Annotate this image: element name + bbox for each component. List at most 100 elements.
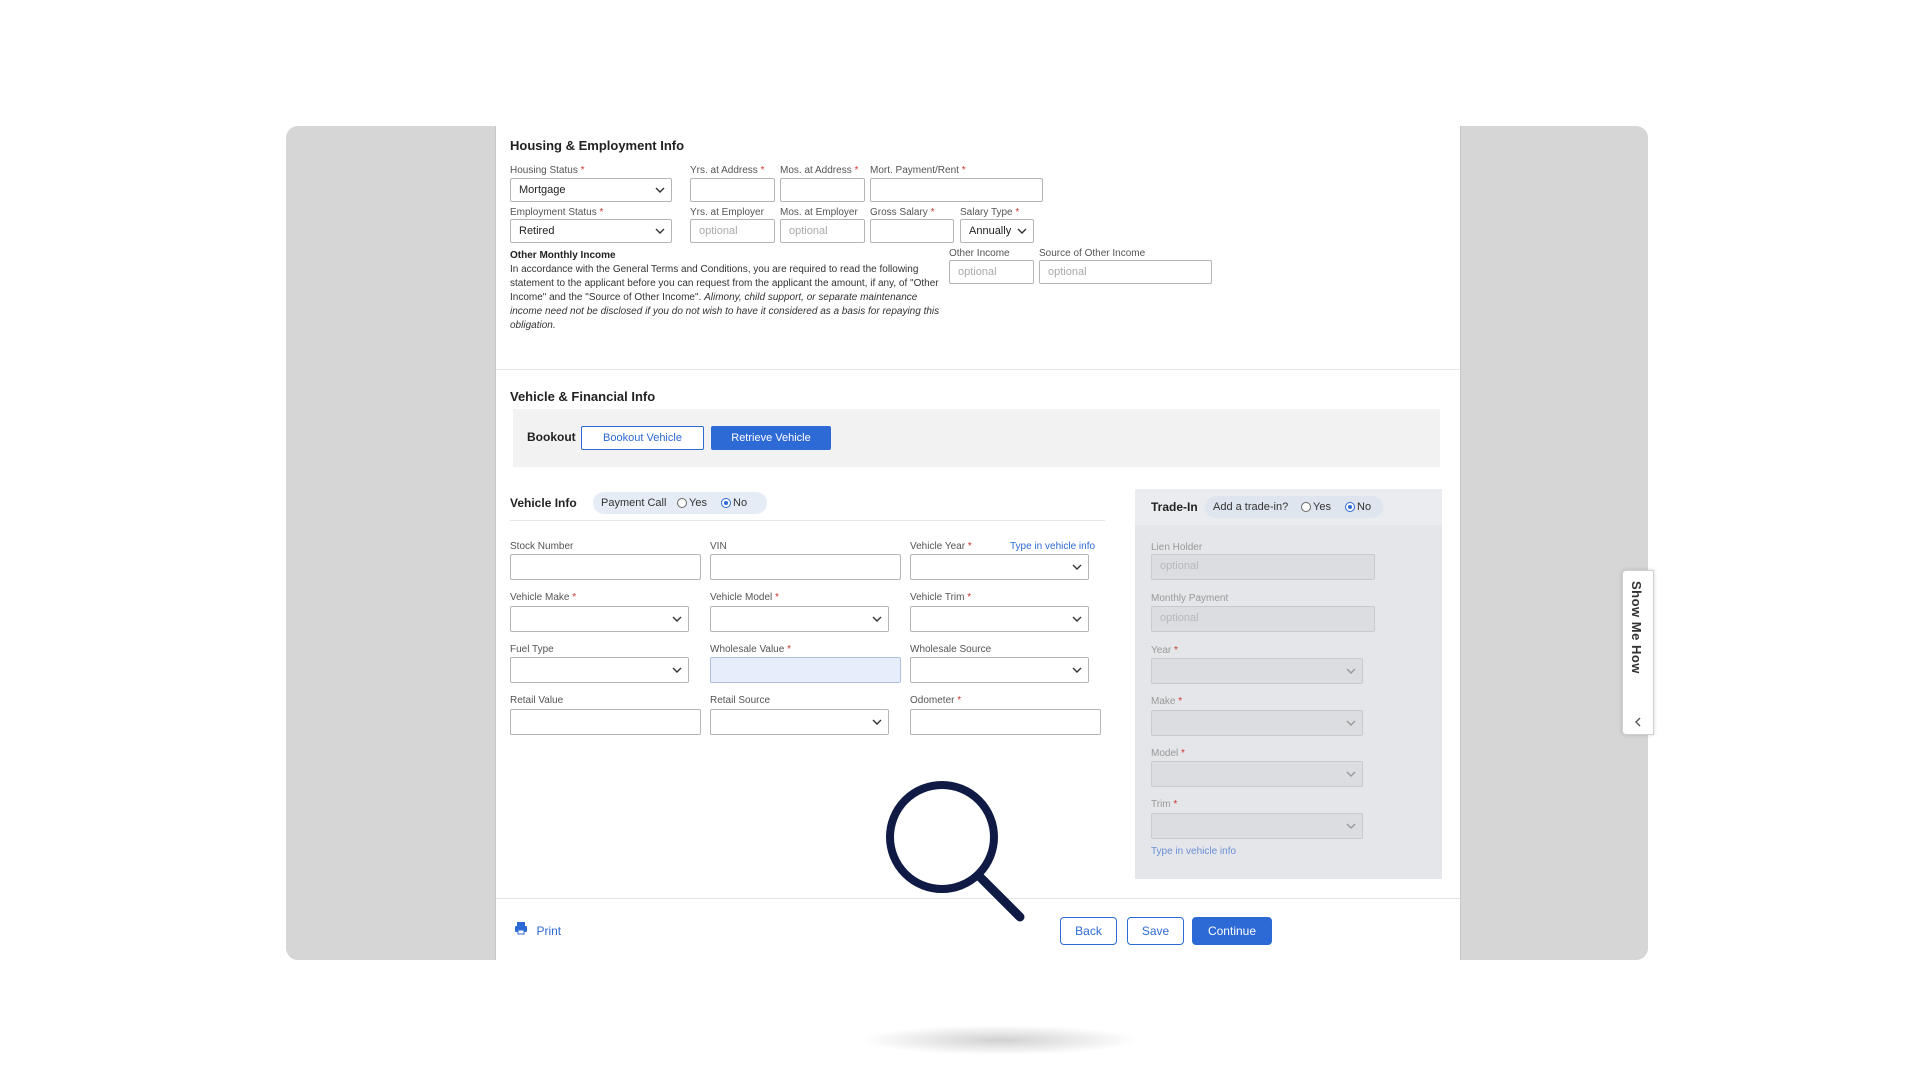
- radio-yes[interactable]: [677, 498, 687, 509]
- vehicle-info-title: Vehicle Info: [510, 496, 577, 510]
- bookout-label: Bookout: [527, 430, 576, 444]
- trade-in-question: Add a trade-in?: [1213, 501, 1289, 513]
- retail-source-select[interactable]: [710, 709, 889, 735]
- print-label: Print: [536, 923, 562, 938]
- chevron-left-icon: [1633, 714, 1643, 732]
- radio-no-selected[interactable]: [721, 498, 731, 509]
- chevron-down-icon: [1346, 718, 1356, 728]
- vin-input[interactable]: [710, 554, 901, 580]
- employment-status-label: Employment Status *: [510, 207, 604, 218]
- magnifier-icon: [885, 780, 1025, 930]
- chevron-down-icon: [1346, 666, 1356, 676]
- vin-label: VIN: [710, 541, 727, 552]
- section-divider: [496, 369, 1460, 370]
- wholesale-value-input[interactable]: [710, 657, 901, 683]
- monthly-payment-input[interactable]: optional: [1151, 606, 1375, 632]
- trade-make-label: Make *: [1151, 696, 1183, 707]
- chevron-down-icon: [872, 717, 882, 727]
- vehicle-year-select[interactable]: [910, 554, 1089, 580]
- trade-trim-select[interactable]: [1151, 813, 1363, 839]
- payment-call-group: Payment Call Yes No: [593, 492, 767, 514]
- printer-icon: [514, 921, 528, 940]
- source-other-income-input[interactable]: optional: [1039, 260, 1212, 284]
- payment-call-yes[interactable]: Yes: [677, 497, 707, 509]
- wholesale-value-label: Wholesale Value *: [710, 644, 791, 655]
- lien-holder-input[interactable]: optional: [1151, 554, 1375, 580]
- chevron-down-icon: [655, 226, 665, 236]
- magnifier-shadow: [860, 1025, 1140, 1055]
- trade-in-no[interactable]: No: [1345, 501, 1371, 513]
- save-button[interactable]: Save: [1127, 917, 1184, 945]
- yrs-employer-label: Yrs. at Employer: [690, 207, 764, 218]
- mos-address-label: Mos. at Address *: [780, 165, 859, 176]
- wholesale-source-select[interactable]: [910, 657, 1089, 683]
- chevron-down-icon: [872, 614, 882, 624]
- salary-type-select[interactable]: Annually: [960, 219, 1034, 243]
- vehicle-trim-label: Vehicle Trim *: [910, 592, 972, 603]
- housing-status-select[interactable]: Mortgage: [510, 178, 672, 202]
- mort-payment-input[interactable]: [870, 178, 1043, 202]
- type-in-vehicle-info-link[interactable]: Type in vehicle info: [1010, 541, 1095, 552]
- chevron-down-icon: [1072, 665, 1082, 675]
- vehicle-info-divider: [510, 520, 1105, 521]
- fuel-type-select[interactable]: [510, 657, 689, 683]
- vehicle-year-label: Vehicle Year *: [910, 541, 972, 552]
- retail-value-input[interactable]: [510, 709, 701, 735]
- salary-type-label: Salary Type *: [960, 207, 1020, 218]
- show-me-how-label: Show Me How: [1629, 581, 1644, 674]
- chevron-down-icon: [1072, 562, 1082, 572]
- chevron-down-icon: [1346, 769, 1356, 779]
- yrs-address-label: Yrs. at Address *: [690, 165, 765, 176]
- chevron-down-icon: [1072, 614, 1082, 624]
- other-income-statement: In accordance with the General Terms and…: [510, 264, 940, 331]
- bookout-panel: Bookout Bookout Vehicle Retrieve Vehicle: [513, 409, 1440, 467]
- trade-in-header: Trade-In Add a trade-in? Yes No: [1135, 489, 1442, 525]
- retail-source-label: Retail Source: [710, 695, 771, 706]
- radio-no-selected[interactable]: [1345, 502, 1355, 513]
- mos-address-input[interactable]: [780, 178, 865, 202]
- trade-year-select[interactable]: [1151, 658, 1363, 684]
- trade-in-question-group: Add a trade-in? Yes No: [1205, 496, 1383, 518]
- chevron-down-icon: [655, 185, 665, 195]
- stock-number-input[interactable]: [510, 554, 701, 580]
- gross-salary-label: Gross Salary *: [870, 207, 935, 218]
- other-income-label: Other Income: [949, 248, 1010, 259]
- chevron-down-icon: [1346, 821, 1356, 831]
- chevron-down-icon: [672, 665, 682, 675]
- trade-trim-label: Trim *: [1151, 799, 1178, 810]
- retail-value-label: Retail Value: [510, 695, 564, 706]
- trade-in-panel: Trade-In Add a trade-in? Yes No Lien Hol…: [1135, 489, 1442, 879]
- other-income-input[interactable]: optional: [949, 260, 1034, 284]
- mos-employer-label: Mos. at Employer: [780, 207, 858, 218]
- radio-yes[interactable]: [1301, 502, 1311, 513]
- trade-make-select[interactable]: [1151, 710, 1363, 736]
- trade-type-in-link[interactable]: Type in vehicle info: [1151, 846, 1236, 857]
- vehicle-model-select[interactable]: [710, 606, 889, 632]
- continue-button[interactable]: Continue: [1192, 917, 1272, 945]
- vehicle-trim-select[interactable]: [910, 606, 1089, 632]
- section-title-vehicle-financial: Vehicle & Financial Info: [510, 389, 656, 404]
- vehicle-model-label: Vehicle Model *: [710, 592, 779, 603]
- lien-holder-label: Lien Holder: [1151, 542, 1203, 553]
- source-other-income-label: Source of Other Income: [1039, 248, 1146, 259]
- stock-number-label: Stock Number: [510, 541, 574, 552]
- wholesale-source-label: Wholesale Source: [910, 644, 992, 655]
- employment-status-select[interactable]: Retired: [510, 219, 672, 243]
- retrieve-vehicle-button[interactable]: Retrieve Vehicle: [711, 426, 831, 450]
- bookout-vehicle-button[interactable]: Bookout Vehicle: [581, 426, 704, 450]
- trade-year-label: Year *: [1151, 645, 1178, 656]
- payment-call-no[interactable]: No: [721, 497, 747, 509]
- gross-salary-input[interactable]: [870, 219, 954, 243]
- mos-employer-input[interactable]: optional: [780, 219, 865, 243]
- print-button[interactable]: Print: [514, 921, 561, 940]
- yrs-address-input[interactable]: [690, 178, 775, 202]
- yrs-employer-input[interactable]: optional: [690, 219, 775, 243]
- other-income-title: Other Monthly Income: [510, 250, 616, 261]
- odometer-input[interactable]: [910, 709, 1101, 735]
- show-me-how-tab[interactable]: Show Me How: [1622, 570, 1654, 735]
- vehicle-make-label: Vehicle Make *: [510, 592, 577, 603]
- back-button[interactable]: Back: [1060, 917, 1117, 945]
- vehicle-make-select[interactable]: [510, 606, 689, 632]
- trade-model-select[interactable]: [1151, 761, 1363, 787]
- trade-in-yes[interactable]: Yes: [1301, 501, 1331, 513]
